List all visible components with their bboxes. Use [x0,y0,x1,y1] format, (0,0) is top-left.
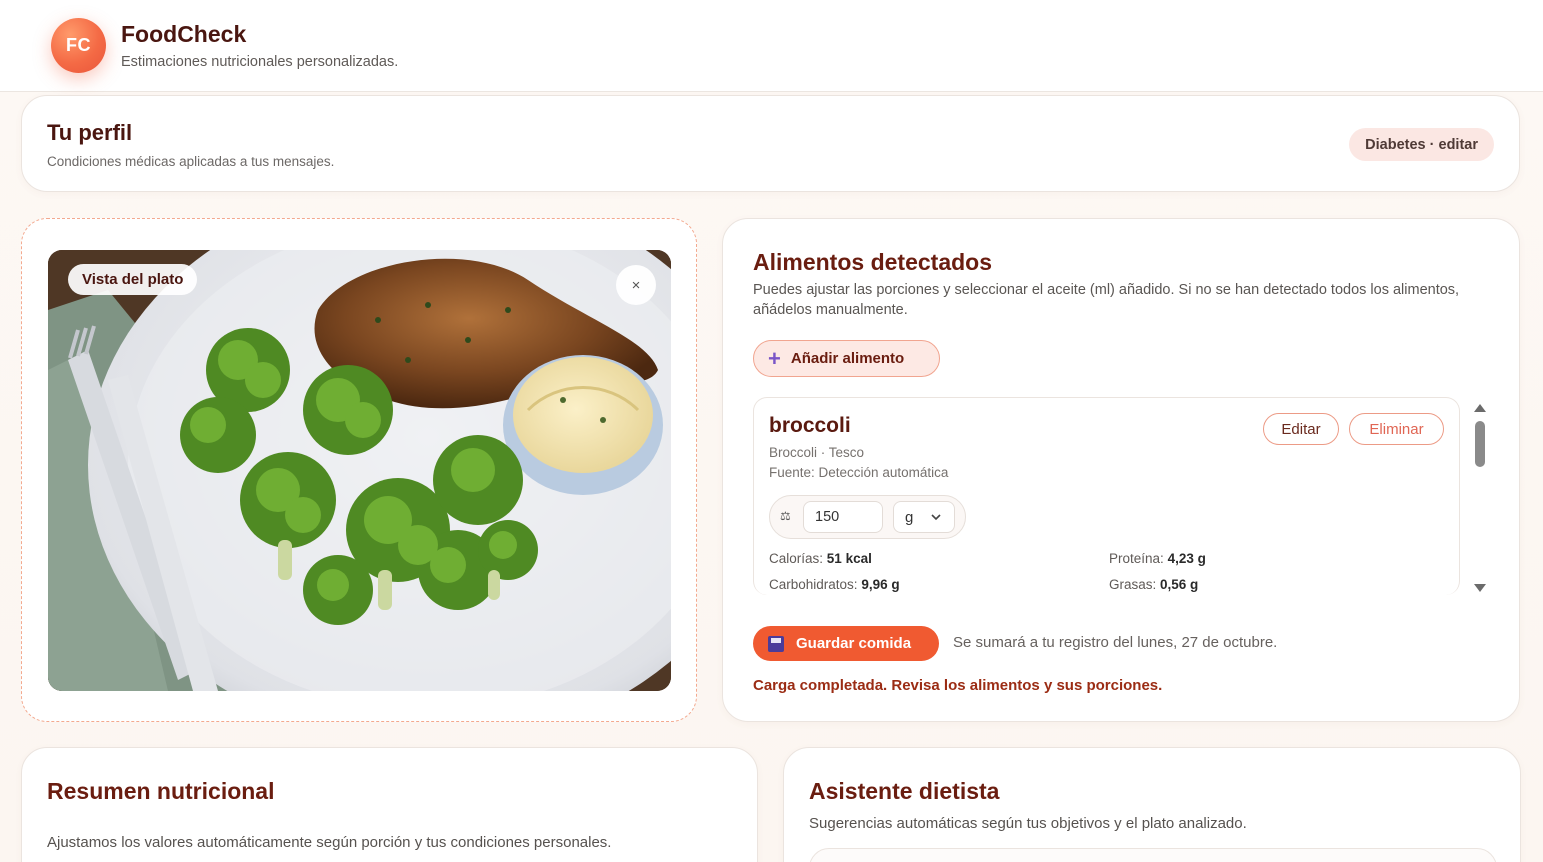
detected-foods-description: Puedes ajustar las porciones y seleccion… [753,282,1460,318]
add-food-label: Añadir alimento [790,350,905,367]
calories-label: Calorías: [769,551,824,566]
save-note: Se sumará a tu registro del lunes, 27 de… [953,634,1278,651]
app-title: FoodCheck [121,21,247,47]
nutrition-summary-subtitle: Ajustamos los valores automáticamente se… [47,834,612,851]
dietitian-assistant-card: Asistente dietista Sugerencias automátic… [783,747,1521,862]
scale-icon: ⚖ [780,509,791,523]
scroll-down-arrow-icon[interactable] [1474,584,1486,592]
protein-label: Proteína: [1109,551,1164,566]
remove-image-button[interactable]: × [616,265,656,305]
plus-icon: + [768,345,781,371]
plate-illustration [48,250,671,691]
app-logo: FC [51,18,106,73]
scroll-up-arrow-icon[interactable] [1474,404,1486,412]
add-food-button[interactable]: + Añadir alimento [753,340,940,377]
calories-stat: Calorías: 51 kcal [769,551,872,566]
plate-image-card: Vista del plato × [21,218,697,722]
food-brand: Broccoli · Tesco [769,445,865,460]
assistant-suggestion-box [809,848,1497,862]
unit-value: g [905,508,914,526]
nutrition-summary-title: Resumen nutricional [47,778,275,804]
save-meal-button[interactable]: Guardar comida [753,626,939,661]
food-name: broccoli [769,414,851,437]
profile-title: Tu perfil [47,120,133,145]
portion-control: ⚖ 150 g [769,495,966,539]
plate-view-badge: Vista del plato [68,264,198,295]
save-meal-label: Guardar comida [796,635,912,652]
fat-value: 0,56 g [1160,577,1199,592]
carbs-stat: Carbohidratos: 9,96 g [769,577,900,592]
nutrition-summary-card: Resumen nutricional Ajustamos los valore… [21,747,758,862]
plate-photo: Vista del plato × [48,250,671,691]
edit-conditions-button[interactable]: Diabetes · editar [1349,128,1494,161]
dietitian-assistant-subtitle: Sugerencias automáticas según tus objeti… [809,815,1247,832]
dietitian-assistant-title: Asistente dietista [809,778,1000,804]
delete-food-button[interactable]: Eliminar [1349,413,1444,445]
carbs-value: 9,96 g [861,577,900,592]
detected-foods-title: Alimentos detectados [753,249,992,275]
detected-foods-card: Alimentos detectados Puedes ajustar las … [722,218,1520,722]
upload-status-message: Carga completada. Revisa los alimentos y… [753,677,1163,694]
fat-label: Grasas: [1109,577,1157,592]
food-list-scrollbar[interactable] [1474,402,1486,594]
profile-subtitle: Condiciones médicas aplicadas a tus mens… [47,154,335,169]
edit-food-button[interactable]: Editar [1263,413,1339,445]
quantity-input[interactable]: 150 [803,501,883,533]
chevron-down-icon [931,514,941,521]
scrollbar-thumb[interactable] [1475,421,1485,467]
calories-value: 51 kcal [826,551,872,566]
app-header: FC FoodCheck Estimaciones nutricionales … [0,0,1543,92]
protein-value: 4,23 g [1167,551,1206,566]
profile-card: Tu perfil Condiciones médicas aplicadas … [21,95,1520,192]
fat-stat: Grasas: 0,56 g [1109,577,1198,592]
food-source: Fuente: Detección automática [769,465,949,480]
protein-stat: Proteína: 4,23 g [1109,551,1206,566]
food-item: broccoli Broccoli · Tesco Fuente: Detecc… [753,397,1460,595]
unit-select[interactable]: g [893,501,955,533]
app-subtitle: Estimaciones nutricionales personalizada… [121,54,399,70]
floppy-disk-icon [768,635,784,652]
carbs-label: Carbohidratos: [769,577,858,592]
